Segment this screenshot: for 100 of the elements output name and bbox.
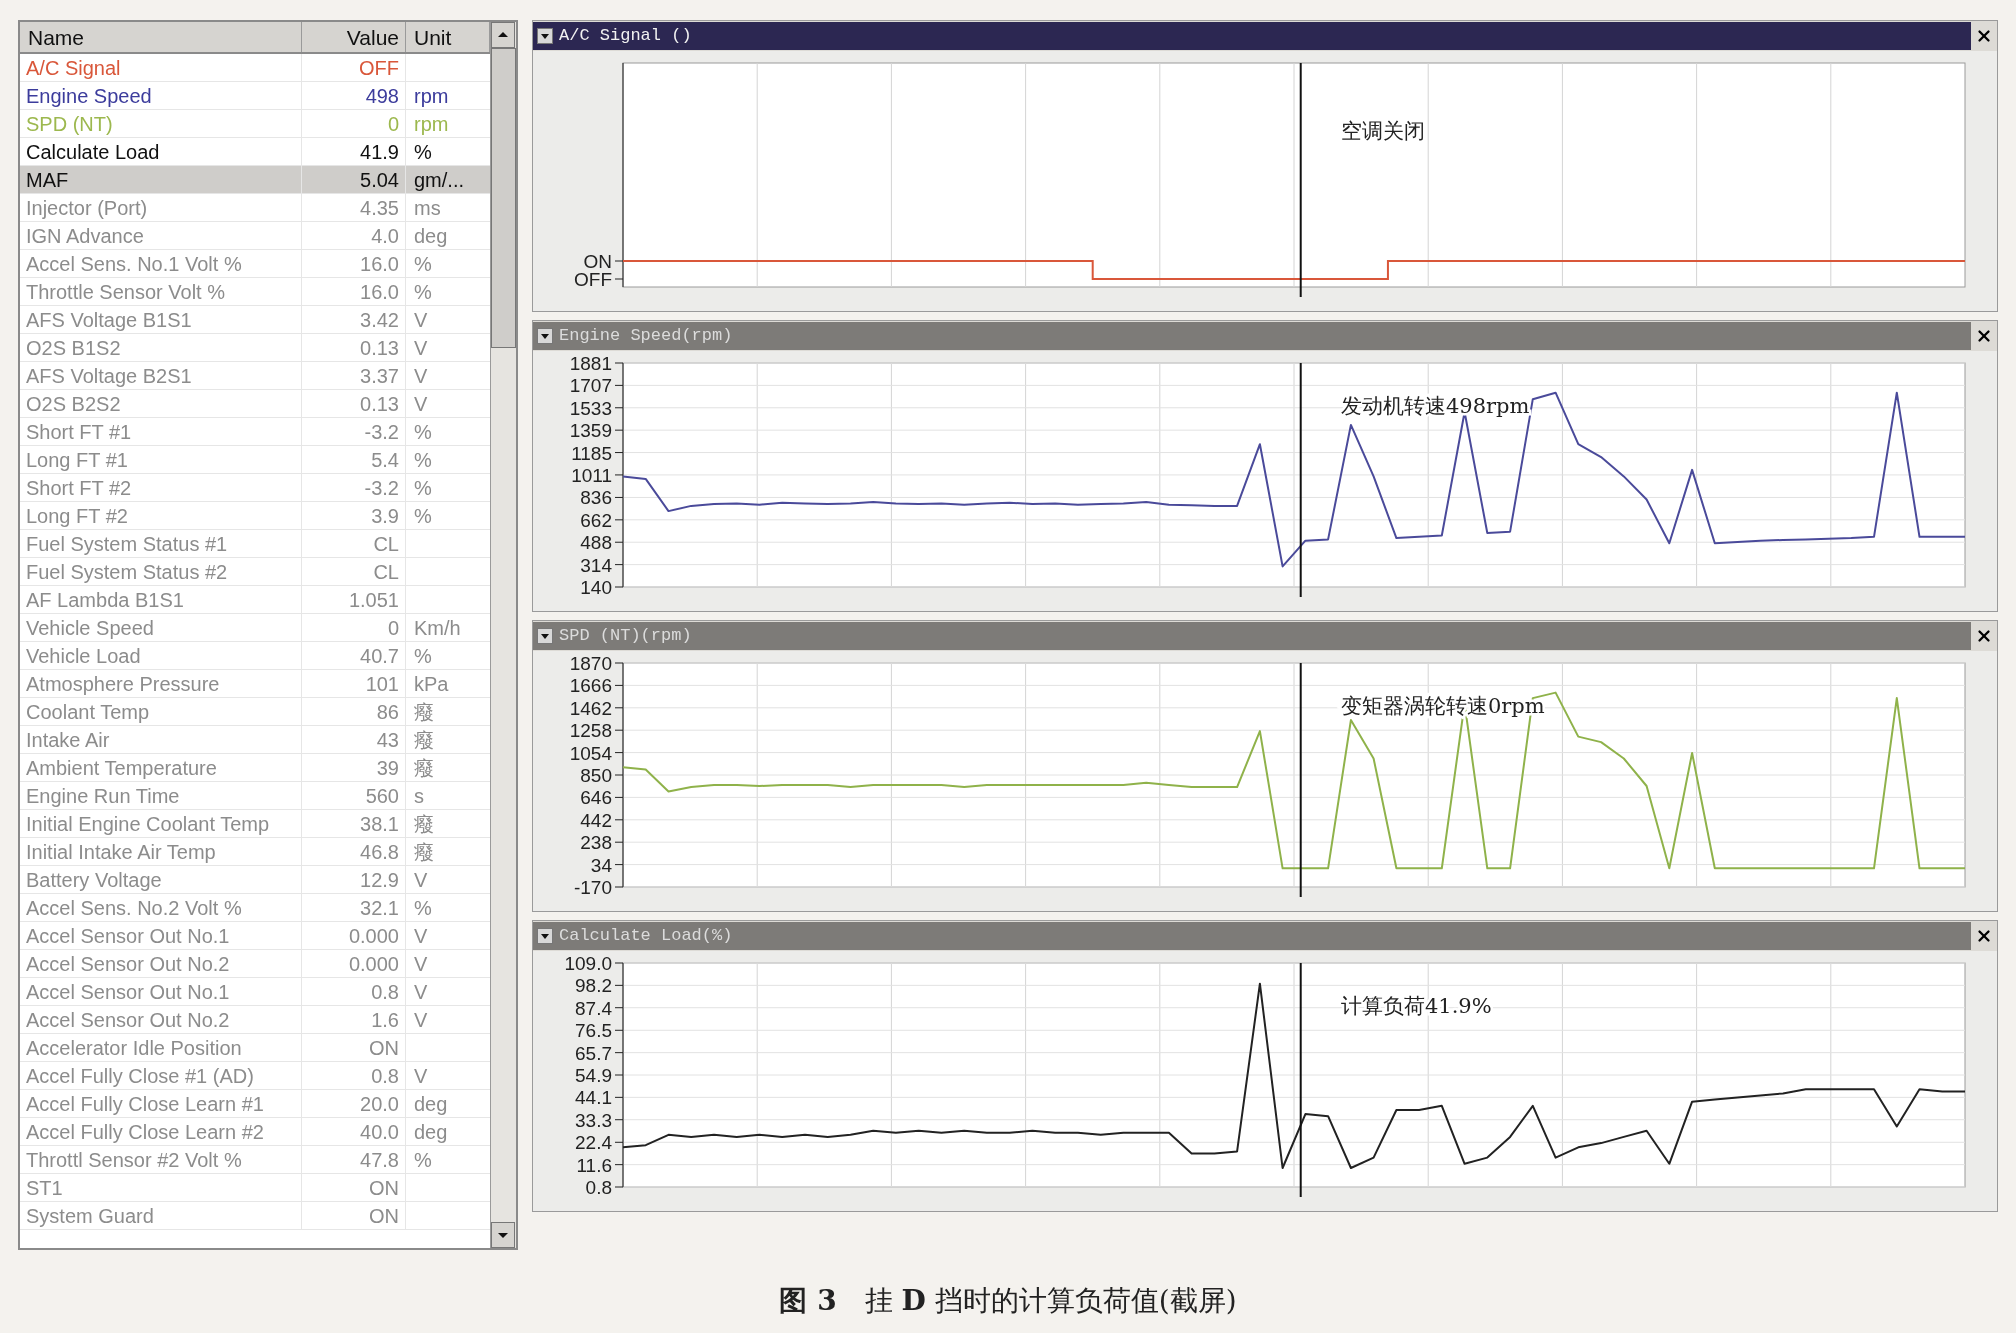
table-row[interactable]: Calculate Load 41.9 %: [20, 138, 490, 166]
scroll-thumb[interactable]: [491, 48, 516, 348]
table-row[interactable]: A/C Signal OFF: [20, 54, 490, 82]
column-header[interactable]: Name: [20, 22, 302, 52]
table-row[interactable]: O2S B2S2 0.13 V: [20, 390, 490, 418]
parameter-name: Ambient Temperature: [20, 754, 302, 781]
axis-tick-label: 44.1: [575, 1087, 612, 1109]
table-row[interactable]: Coolant Temp 86 癈: [20, 698, 490, 726]
close-icon[interactable]: [1975, 627, 1993, 645]
graph-title: Engine Speed(rpm): [559, 325, 733, 348]
axis-tick-label: 314: [580, 554, 612, 576]
parameter-name: Accel Sensor Out No.1: [20, 922, 302, 949]
parameter-value: CL: [302, 530, 406, 557]
table-row[interactable]: SPD (NT) 0 rpm: [20, 110, 490, 138]
parameter-value: 101: [302, 670, 406, 697]
parameter-name: SPD (NT): [20, 110, 302, 137]
table-row[interactable]: AFS Voltage B1S1 3.42 V: [20, 306, 490, 334]
parameter-value: 46.8: [302, 838, 406, 865]
table-row[interactable]: Short FT #1 -3.2 %: [20, 418, 490, 446]
parameter-unit: 癈: [413, 700, 435, 725]
table-row[interactable]: Accel Fully Close #1 (AD) 0.8 V: [20, 1062, 490, 1090]
dropdown-caret-icon[interactable]: [537, 28, 553, 44]
table-row[interactable]: Accel Sensor Out No.1 0.8 V: [20, 978, 490, 1006]
table-row[interactable]: Fuel System Status #1 CL: [20, 530, 490, 558]
axis-tick-label: 1533: [569, 397, 612, 419]
dropdown-caret-icon[interactable]: [537, 628, 553, 644]
axis-tick-label: 65.7: [575, 1042, 612, 1064]
table-row[interactable]: Intake Air 43 癈: [20, 726, 490, 754]
cursor-line[interactable]: [1299, 62, 1302, 298]
close-icon[interactable]: [1975, 327, 1993, 345]
table-row[interactable]: IGN Advance 4.0 deg: [20, 222, 490, 250]
axis-tick-label: ON: [583, 251, 612, 272]
cursor-line[interactable]: [1299, 962, 1302, 1198]
table-row[interactable]: Initial Intake Air Temp 46.8 癈: [20, 838, 490, 866]
parameter-name: Atmosphere Pressure: [20, 670, 302, 697]
table-row[interactable]: Injector (Port) 4.35 ms: [20, 194, 490, 222]
table-row[interactable]: Throttl Sensor #2 Volt % 47.8 %: [20, 1146, 490, 1174]
parameter-value: 47.8: [302, 1146, 406, 1173]
table-row[interactable]: Vehicle Speed 0 Km/h: [20, 614, 490, 642]
table-row[interactable]: System Guard ON: [20, 1202, 490, 1230]
table-row[interactable]: Fuel System Status #2 CL: [20, 558, 490, 586]
table-row[interactable]: Vehicle Load 40.7 %: [20, 642, 490, 670]
close-icon[interactable]: [1975, 27, 1993, 45]
table-row[interactable]: Accel Sensor Out No.2 1.6 V: [20, 1006, 490, 1034]
close-icon[interactable]: [1975, 927, 1993, 945]
axis-tick-label: 98.2: [575, 975, 612, 997]
scroll-up-icon[interactable]: [491, 22, 515, 48]
parameter-unit: V: [413, 952, 429, 977]
table-row[interactable]: Accel Sens. No.1 Volt % 16.0 %: [20, 250, 490, 278]
scroll-down-icon[interactable]: [491, 1222, 515, 1248]
table-row[interactable]: AF Lambda B1S1 1.051: [20, 586, 490, 614]
table-row[interactable]: ST1 ON: [20, 1174, 490, 1202]
graph-title: Calculate Load(%): [559, 925, 733, 948]
parameter-value: 0.8: [302, 1062, 406, 1089]
axis-tick-label: 1054: [569, 742, 612, 764]
axis-tick-label: OFF: [574, 269, 612, 290]
parameter-name: AFS Voltage B1S1: [20, 306, 302, 333]
column-header[interactable]: Value: [302, 22, 406, 52]
table-row[interactable]: Engine Speed 498 rpm: [20, 82, 490, 110]
graph-title-bar[interactable]: Engine Speed(rpm): [533, 322, 1971, 350]
axis-tick-label: 1881: [569, 353, 612, 374]
graph-title-bar[interactable]: Calculate Load(%): [533, 922, 1971, 950]
table-row[interactable]: Long FT #2 3.9 %: [20, 502, 490, 530]
table-row[interactable]: MAF 5.04 gm/...: [20, 166, 490, 194]
parameter-name: O2S B2S2: [20, 390, 302, 417]
table-row[interactable]: Atmosphere Pressure 101 kPa: [20, 670, 490, 698]
table-row[interactable]: Accel Fully Close Learn #1 20.0 deg: [20, 1090, 490, 1118]
axis-tick-label: 1185: [571, 442, 612, 464]
table-row[interactable]: Long FT #1 5.4 %: [20, 446, 490, 474]
table-row[interactable]: Battery Voltage 12.9 V: [20, 866, 490, 894]
dropdown-caret-icon[interactable]: [537, 328, 553, 344]
cursor-line[interactable]: [1299, 362, 1302, 598]
graph-title-bar[interactable]: A/C Signal (): [533, 22, 1971, 50]
parameter-value: 1.051: [302, 586, 406, 613]
table-row[interactable]: Accel Fully Close Learn #2 40.0 deg: [20, 1118, 490, 1146]
dropdown-caret-icon[interactable]: [537, 928, 553, 944]
parameter-value: 1.6: [302, 1006, 406, 1033]
parameter-unit: 癈: [413, 728, 435, 753]
table-row[interactable]: Accel Sensor Out No.1 0.000 V: [20, 922, 490, 950]
table-row[interactable]: Initial Engine Coolant Temp 38.1 癈: [20, 810, 490, 838]
parameter-unit: V: [413, 364, 429, 389]
graph-title-bar[interactable]: SPD (NT)(rpm): [533, 622, 1971, 650]
cursor-line[interactable]: [1299, 662, 1302, 898]
table-row[interactable]: Accelerator Idle Position ON: [20, 1034, 490, 1062]
parameter-unit: %: [413, 280, 433, 305]
parameter-unit: V: [413, 980, 429, 1005]
table-row[interactable]: Engine Run Time 560 s: [20, 782, 490, 810]
table-row[interactable]: Ambient Temperature 39 癈: [20, 754, 490, 782]
table-row[interactable]: Accel Sensor Out No.2 0.000 V: [20, 950, 490, 978]
table-row[interactable]: O2S B1S2 0.13 V: [20, 334, 490, 362]
parameter-unit: deg: [413, 1120, 449, 1145]
scrollbar[interactable]: [490, 22, 516, 1248]
parameter-unit: V: [413, 1064, 429, 1089]
table-row[interactable]: Accel Sens. No.2 Volt % 32.1 %: [20, 894, 490, 922]
table-row[interactable]: Short FT #2 -3.2 %: [20, 474, 490, 502]
table-row[interactable]: AFS Voltage B2S1 3.37 V: [20, 362, 490, 390]
parameter-value: 0.13: [302, 390, 406, 417]
parameter-name: Accel Fully Close Learn #1: [20, 1090, 302, 1117]
table-row[interactable]: Throttle Sensor Volt % 16.0 %: [20, 278, 490, 306]
parameter-name: Throttle Sensor Volt %: [20, 278, 302, 305]
